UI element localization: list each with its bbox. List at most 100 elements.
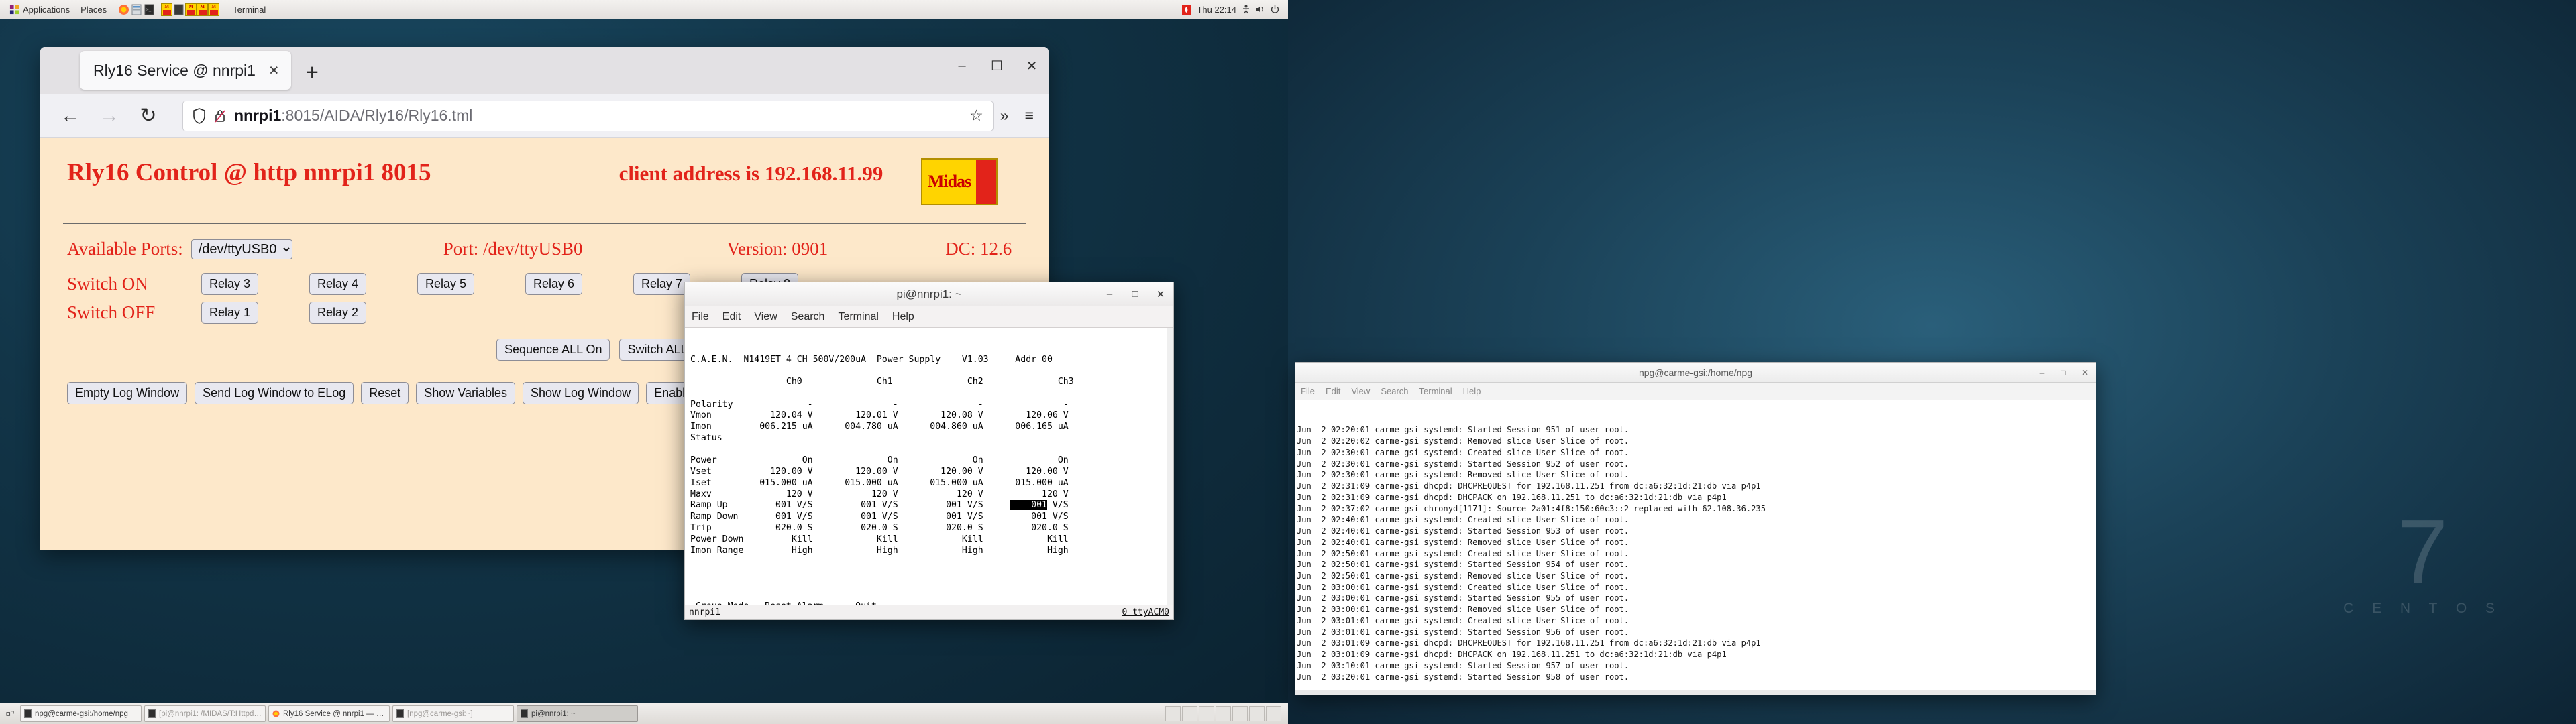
empty-log-window-button[interactable]: Empty Log Window — [67, 382, 187, 404]
workspace-switcher[interactable] — [1165, 706, 1285, 721]
pi-terminal-window-controls: – □ ✕ — [1105, 288, 1165, 300]
client-address-label: client address is 192.168.11.99 — [619, 162, 883, 186]
menu-search[interactable]: Search — [1381, 386, 1408, 396]
relay-2-off-button[interactable]: Relay 2 — [309, 302, 366, 324]
places-label: Places — [80, 5, 107, 15]
workspace-1[interactable] — [1165, 706, 1181, 721]
workspace-4[interactable] — [1216, 706, 1231, 721]
taskbar-item-label: [npg@carme-gsi:~] — [407, 710, 473, 718]
accessibility-icon[interactable] — [1242, 5, 1250, 14]
workspace-2[interactable] — [1182, 706, 1197, 721]
minimize-icon[interactable]: – — [2038, 368, 2046, 377]
midas-logo: Midas — [921, 158, 998, 205]
browser-tab-title: Rly16 Service @ nnrpi1 — [93, 62, 256, 80]
taskbar-item[interactable]: pi@nnrpi1: ~ — [517, 705, 638, 722]
pi-terminal-body[interactable]: C.A.E.N. N1419ET 4 CH 500V/200uA Power S… — [685, 328, 1173, 605]
sequence-all-on-button[interactable]: Sequence ALL On — [496, 339, 610, 361]
workspace-5[interactable] — [1232, 706, 1248, 721]
taskbar-item[interactable]: [pi@nnrpi1: /MIDAS/T:Httpd/linux:... — [144, 705, 266, 722]
relay-1-off-button[interactable]: Relay 1 — [201, 302, 258, 324]
available-ports-select[interactable]: /dev/ttyUSB0 — [191, 239, 292, 259]
maximize-icon[interactable]: ☐ — [989, 58, 1004, 74]
browser-tab-strip: Rly16 Service @ nnrpi1 × + – ☐ ✕ — [40, 47, 1049, 94]
midas-app-icon[interactable]: M — [185, 3, 197, 16]
scrollbar[interactable] — [1167, 328, 1173, 605]
taskbar-item[interactable]: npg@carme-gsi:/home/npg — [20, 705, 142, 722]
menu-help[interactable]: Help — [1463, 386, 1481, 396]
workspace-3[interactable] — [1199, 706, 1214, 721]
show-log-window-button[interactable]: Show Log Window — [523, 382, 639, 404]
clock[interactable]: Thu 22:14 — [1197, 5, 1236, 15]
close-icon[interactable]: ✕ — [2081, 368, 2089, 377]
applications-label: Applications — [23, 5, 70, 15]
left-monitor-desktop: C E N T O S Rly16 Service @ nnrpi1 × + –… — [0, 0, 1288, 724]
file-manager-icon[interactable] — [131, 3, 142, 16]
relay-3-on-button[interactable]: Relay 3 — [201, 273, 258, 295]
relay-4-on-button[interactable]: Relay 4 — [309, 273, 366, 295]
workspace-7[interactable] — [1266, 706, 1281, 721]
terminal-icon — [396, 709, 404, 718]
relay-6-on-button[interactable]: Relay 6 — [525, 273, 582, 295]
browser-tab-rly16[interactable]: Rly16 Service @ nnrpi1 × — [80, 51, 291, 90]
menu-terminal[interactable]: Terminal — [838, 311, 878, 323]
lock-crossed-icon — [214, 109, 226, 123]
window-controls: – ☐ ✕ — [955, 58, 1039, 74]
relay-slot: Relay 4 — [309, 273, 417, 295]
log-terminal-menubar: File Edit View Search Terminal Help — [1295, 383, 2096, 400]
maximize-icon[interactable]: □ — [1130, 288, 1140, 300]
close-window-icon[interactable]: ✕ — [1024, 58, 1039, 74]
reload-icon[interactable]: ↻ — [129, 101, 168, 131]
back-icon[interactable]: ← — [51, 101, 90, 131]
show-variables-button[interactable]: Show Variables — [416, 382, 515, 404]
firefox-icon[interactable] — [118, 3, 129, 16]
minimize-icon[interactable]: – — [955, 58, 969, 74]
bookmark-star-icon[interactable]: ☆ — [969, 107, 983, 125]
volume-icon[interactable] — [1256, 5, 1265, 14]
menu-view[interactable]: View — [754, 311, 777, 323]
menu-help[interactable]: Help — [892, 311, 914, 323]
menu-edit[interactable]: Edit — [722, 311, 741, 323]
switch-on-label: Switch ON — [67, 274, 201, 294]
workspace-6[interactable] — [1249, 706, 1265, 721]
terminal-icon[interactable] — [173, 3, 184, 16]
relay-7-on-button[interactable]: Relay 7 — [633, 273, 690, 295]
panel-status-area: Thu 22:14 — [1182, 5, 1284, 15]
log-terminal-body[interactable]: Jun 2 02:20:01 carme-gsi systemd: Starte… — [1295, 400, 2096, 690]
new-tab-button[interactable]: + — [306, 61, 319, 83]
midas-app-icon[interactable]: M — [161, 3, 172, 16]
relay-5-on-button[interactable]: Relay 5 — [417, 273, 474, 295]
dc-voltage-label: DC: 12.6 — [945, 239, 1012, 259]
menu-search[interactable]: Search — [791, 311, 825, 323]
forward-icon[interactable]: → — [90, 101, 129, 131]
show-desktop-glyph — [6, 709, 15, 718]
power-icon[interactable] — [1271, 5, 1279, 14]
pi-terminal-statusbar: nnrpi1 0 ttyACM0 — [685, 605, 1173, 619]
nav-right-controls: » ≡ — [1000, 107, 1038, 125]
menu-file[interactable]: File — [1301, 386, 1315, 396]
menu-view[interactable]: View — [1351, 386, 1370, 396]
hamburger-menu-icon[interactable]: ≡ — [1025, 107, 1034, 125]
midas-app-icon[interactable]: M — [197, 3, 208, 16]
url-bar[interactable]: nnrpi1:8015/AIDA/Rly16/Rly16.tml ☆ — [182, 101, 994, 131]
minimize-icon[interactable]: – — [1105, 288, 1114, 300]
taskbar-item[interactable]: Rly16 Service @ nnrpi1 — Mozilla F... — [268, 705, 390, 722]
url-path: :8015/AIDA/Rly16/Rly16.tml — [281, 107, 472, 124]
terminal-icon[interactable]: >_ — [144, 3, 155, 16]
show-desktop-icon[interactable] — [3, 706, 17, 722]
menu-edit[interactable]: Edit — [1326, 386, 1340, 396]
notification-icon[interactable] — [1182, 5, 1191, 15]
pi-terminal-window[interactable]: pi@nnrpi1: ~ – □ ✕ File Edit View Search… — [684, 282, 1174, 620]
applications-menu[interactable]: Applications — [4, 0, 75, 19]
menu-terminal[interactable]: Terminal — [1419, 386, 1452, 396]
close-icon[interactable]: × — [265, 62, 283, 79]
menu-file[interactable]: File — [692, 311, 709, 323]
taskbar-item[interactable]: [npg@carme-gsi:~] — [392, 705, 514, 722]
log-terminal-window[interactable]: npg@carme-gsi:/home/npg – □ ✕ File Edit … — [1295, 362, 2096, 695]
close-icon[interactable]: ✕ — [1156, 288, 1165, 300]
midas-app-icon[interactable]: M — [208, 3, 219, 16]
places-menu[interactable]: Places — [75, 0, 112, 19]
maximize-icon[interactable]: □ — [2059, 368, 2068, 377]
send-log-to-elog-button[interactable]: Send Log Window to ELog — [195, 382, 354, 404]
overflow-menu-icon[interactable]: » — [1000, 107, 1009, 125]
reset-button[interactable]: Reset — [361, 382, 409, 404]
